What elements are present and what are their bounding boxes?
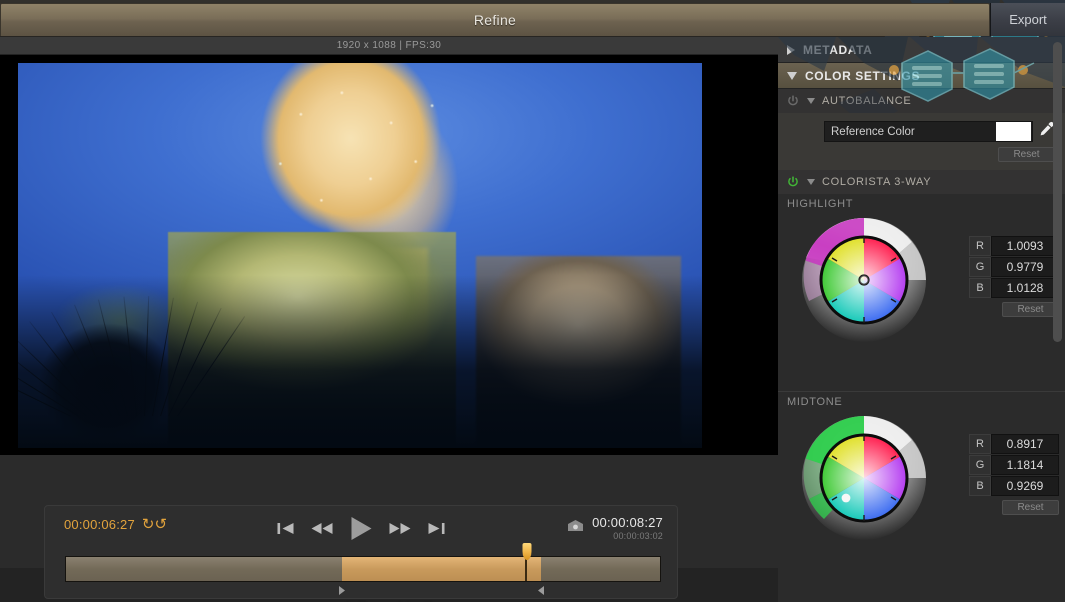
effect-header-autobalance[interactable]: AUTOBALANCE xyxy=(778,89,1065,113)
scrubber-track[interactable] xyxy=(65,556,661,582)
chevron-right-icon xyxy=(787,45,795,55)
reset-button-autobalance[interactable]: Reset xyxy=(998,147,1055,162)
panel-scrollbar[interactable] xyxy=(1053,40,1062,599)
reset-button-midtone-label: Reset xyxy=(1017,502,1043,513)
power-icon-autobalance[interactable] xyxy=(786,94,800,108)
channel-label-b: B xyxy=(969,278,991,298)
play-button[interactable] xyxy=(350,516,373,541)
transport-panel: 00:00:06:27 ↻↺ xyxy=(44,505,678,599)
effect-header-colorista[interactable]: COLORISTA 3-WAY xyxy=(778,170,1065,194)
current-timecode: 00:00:06:27 xyxy=(64,517,135,532)
colorista-body: HIGHLIGHT xyxy=(778,194,1065,595)
in-point-marker[interactable] xyxy=(336,585,347,596)
tab-refine-label: Refine xyxy=(474,12,516,28)
scrubber[interactable] xyxy=(65,556,661,596)
channel-value-r-midtone[interactable]: 0.8917 xyxy=(991,434,1059,454)
effect-label-colorista: COLORISTA 3-WAY xyxy=(822,176,931,188)
channel-value-b-highlight[interactable]: 1.0128 xyxy=(991,278,1059,298)
rgb-values-midtone: R 0.8917 G 1.1814 B 0.9269 Reset xyxy=(969,434,1059,515)
channel-value-g-highlight[interactable]: 0.9779 xyxy=(991,257,1059,277)
channel-label-r: R xyxy=(969,434,991,454)
top-bar: Refine Export xyxy=(0,0,1065,37)
viewer-column: 1920 x 1088 | FPS:30 xyxy=(0,37,778,568)
skip-to-end-button[interactable] xyxy=(428,522,445,535)
wheel-label-highlight: HIGHLIGHT xyxy=(787,198,853,210)
rgb-row-b-midtone: B 0.9269 xyxy=(969,476,1059,496)
clip-info-text: 1920 x 1088 | FPS:30 xyxy=(337,40,442,51)
tab-refine[interactable]: Refine xyxy=(0,3,990,36)
reference-color-field[interactable]: Reference Color xyxy=(824,121,1033,142)
export-button-label: Export xyxy=(1009,12,1047,27)
fast-forward-button[interactable] xyxy=(390,522,411,535)
section-metadata-label: METADATA xyxy=(803,43,872,57)
export-button[interactable]: Export xyxy=(990,3,1065,36)
channel-label-r: R xyxy=(969,236,991,256)
channel-value-g-midtone[interactable]: 1.1814 xyxy=(991,455,1059,475)
rgb-row-r-highlight: R 1.0093 xyxy=(969,236,1059,256)
reference-color-label: Reference Color xyxy=(831,126,915,138)
camera-icon[interactable] xyxy=(567,519,584,537)
video-preview[interactable] xyxy=(18,63,702,448)
panel-scroll-thumb[interactable] xyxy=(1053,42,1062,342)
total-timecode: 00:00:08:27 xyxy=(592,515,663,530)
rgb-values-highlight: R 1.0093 G 0.9779 B 1.0128 Reset xyxy=(969,236,1059,317)
chevron-down-icon xyxy=(787,72,797,80)
skip-to-start-button[interactable] xyxy=(278,522,295,535)
settings-panel: METADATA COLOR SETTINGS AUTOBALANCE Refe… xyxy=(778,37,1065,602)
out-point-marker[interactable] xyxy=(536,585,547,596)
channel-value-b-midtone[interactable]: 0.9269 xyxy=(991,476,1059,496)
wheel-group-highlight: HIGHLIGHT xyxy=(778,194,1065,389)
scrubber-selection-range[interactable] xyxy=(342,557,541,581)
chevron-down-icon-colorista[interactable] xyxy=(807,179,815,185)
reset-button-highlight[interactable]: Reset xyxy=(1002,302,1059,317)
clip-info-bar: 1920 x 1088 | FPS:30 xyxy=(0,37,778,55)
color-wheel-highlight[interactable] xyxy=(799,215,929,345)
total-timecode-group: 00:00:08:27 00:00:03:02 xyxy=(567,515,663,541)
current-timecode-group: 00:00:06:27 ↻↺ xyxy=(64,517,167,532)
rgb-row-r-midtone: R 0.8917 xyxy=(969,434,1059,454)
wheel-label-midtone: MIDTONE xyxy=(787,396,842,408)
power-icon-colorista[interactable] xyxy=(786,175,800,189)
playhead-line xyxy=(525,557,527,581)
app-window: Refine Export 1920 x 1088 | FPS:30 xyxy=(0,0,1065,602)
channel-label-b: B xyxy=(969,476,991,496)
playhead-handle[interactable] xyxy=(522,543,531,560)
wheel-group-midtone: MIDTONE xyxy=(778,392,1065,587)
section-color-settings-label: COLOR SETTINGS xyxy=(805,69,920,83)
loop-icon[interactable]: ↻↺ xyxy=(142,517,167,532)
section-metadata[interactable]: METADATA xyxy=(778,37,1065,63)
chevron-down-icon-autobalance[interactable] xyxy=(807,98,815,104)
scene-vignette xyxy=(18,275,702,448)
color-wheel-midtone[interactable] xyxy=(799,413,929,543)
section-color-settings[interactable]: COLOR SETTINGS xyxy=(778,63,1065,89)
transport-buttons xyxy=(278,516,445,541)
rgb-row-g-highlight: G 0.9779 xyxy=(969,257,1059,277)
selection-duration: 00:00:03:02 xyxy=(592,531,663,541)
channel-label-g: G xyxy=(969,257,991,277)
video-stage xyxy=(0,55,778,455)
rgb-row-g-midtone: G 1.1814 xyxy=(969,455,1059,475)
effect-label-autobalance: AUTOBALANCE xyxy=(822,95,911,107)
reference-color-swatch[interactable] xyxy=(996,122,1031,141)
rgb-row-b-highlight: B 1.0128 xyxy=(969,278,1059,298)
channel-label-g: G xyxy=(969,455,991,475)
autobalance-body: Reference Color Reset xyxy=(778,113,1065,170)
reset-button-autobalance-label: Reset xyxy=(1013,149,1039,160)
reset-button-highlight-label: Reset xyxy=(1017,304,1043,315)
channel-value-r-highlight[interactable]: 1.0093 xyxy=(991,236,1059,256)
reset-button-midtone[interactable]: Reset xyxy=(1002,500,1059,515)
rewind-button[interactable] xyxy=(312,522,333,535)
reference-color-row: Reference Color xyxy=(824,121,1055,142)
